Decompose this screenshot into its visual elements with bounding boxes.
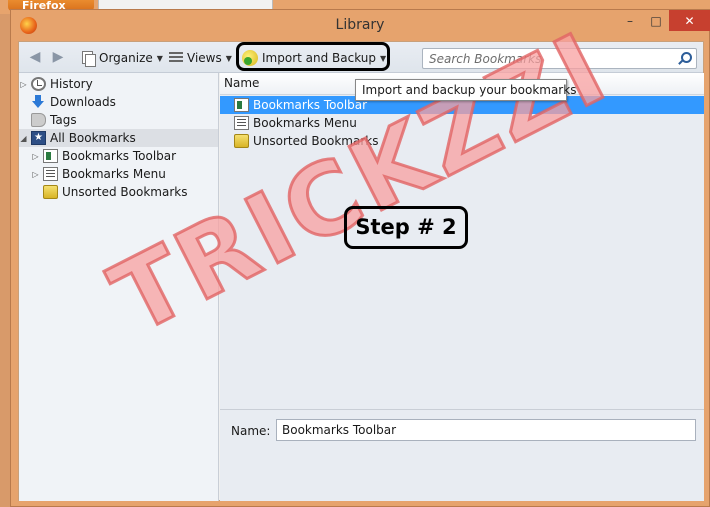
- title-bar[interactable]: Library – □ ✕: [11, 10, 710, 42]
- sidebar-tree: ▷ History Downloads Tags ◢ ★ All Bookmar…: [19, 73, 219, 501]
- sidebar-item-label: Tags: [50, 113, 77, 127]
- sidebar-item-tags[interactable]: Tags: [19, 111, 218, 129]
- toolbar: ◀ ▶ Organize ▼ Views ▼ Import and Backup…: [19, 42, 703, 73]
- step-annotation-box: Step # 2: [344, 206, 468, 249]
- background-window-edge: [0, 14, 10, 507]
- bookmarks-toolbar-icon: [43, 149, 58, 163]
- dropdown-arrow-icon: ▼: [225, 53, 232, 63]
- list-item-label: Bookmarks Menu: [253, 116, 357, 130]
- bookmark-list-pane: Name Bookmarks Toolbar Bookmarks Menu Un…: [220, 73, 704, 501]
- tag-icon: [31, 113, 46, 127]
- history-clock-icon: [31, 77, 46, 91]
- unsorted-bookmarks-icon: [234, 134, 249, 148]
- maximize-button[interactable]: □: [643, 10, 669, 31]
- sidebar-item-label: Downloads: [50, 95, 116, 109]
- close-button[interactable]: ✕: [669, 10, 710, 31]
- list-item[interactable]: Bookmarks Menu: [220, 114, 704, 132]
- sidebar-item-label: All Bookmarks: [50, 131, 136, 145]
- views-icon: [169, 52, 183, 64]
- back-arrow-icon[interactable]: ◀: [27, 49, 43, 65]
- sidebar-item-label: History: [50, 77, 93, 91]
- sidebar-item-bookmarks-toolbar[interactable]: ▷ Bookmarks Toolbar: [19, 147, 218, 165]
- highlight-ring: [236, 42, 390, 71]
- window-title: Library: [335, 17, 385, 33]
- downloads-arrow-icon: [31, 95, 46, 109]
- organize-icon: [81, 51, 96, 67]
- sidebar-item-bookmarks-menu[interactable]: ▷ Bookmarks Menu: [19, 165, 218, 183]
- search-placeholder: Search Bookmarks: [429, 52, 542, 66]
- organize-label: Organize: [99, 51, 153, 65]
- list-item[interactable]: Unsorted Bookmarks: [220, 132, 704, 150]
- sidebar-item-all-bookmarks[interactable]: ◢ ★ All Bookmarks: [19, 129, 218, 147]
- library-client-area: ◀ ▶ Organize ▼ Views ▼ Import and Backup…: [18, 41, 704, 501]
- views-menu-button[interactable]: Views ▼: [169, 48, 232, 68]
- bookmarks-menu-icon: [234, 116, 249, 130]
- expand-arrow-icon[interactable]: ▷: [31, 170, 40, 179]
- forward-arrow-icon[interactable]: ▶: [50, 49, 66, 65]
- bookmarks-toolbar-icon: [234, 98, 249, 112]
- import-backup-tooltip: Import and backup your bookmarks: [355, 79, 576, 101]
- search-input[interactable]: Search Bookmarks: [422, 48, 697, 69]
- sidebar-item-label: Bookmarks Toolbar: [62, 149, 177, 163]
- sidebar-item-unsorted-bookmarks[interactable]: Unsorted Bookmarks: [19, 183, 218, 201]
- details-pane: Name: Bookmarks Toolbar: [220, 409, 704, 501]
- name-field-label: Name:: [231, 424, 271, 438]
- sidebar-item-downloads[interactable]: Downloads: [19, 93, 218, 111]
- sidebar-item-label: Unsorted Bookmarks: [62, 185, 188, 199]
- minimize-button[interactable]: –: [617, 10, 643, 31]
- list-item-label: Unsorted Bookmarks: [253, 134, 379, 148]
- search-icon[interactable]: [677, 52, 692, 66]
- dropdown-arrow-icon: ▼: [156, 53, 163, 63]
- views-label: Views: [187, 51, 222, 65]
- expand-arrow-icon[interactable]: ▷: [19, 80, 28, 89]
- expand-arrow-icon[interactable]: ▷: [31, 152, 40, 161]
- unsorted-bookmarks-icon: [43, 185, 58, 199]
- sidebar-item-history[interactable]: ▷ History: [19, 75, 218, 93]
- name-field[interactable]: Bookmarks Toolbar: [276, 419, 696, 441]
- bookmarks-menu-icon: [43, 167, 58, 181]
- bookmarks-star-icon: ★: [31, 131, 46, 145]
- list-item-label: Bookmarks Toolbar: [253, 98, 368, 112]
- sidebar-item-label: Bookmarks Menu: [62, 167, 166, 181]
- organize-menu-button[interactable]: Organize ▼: [81, 48, 163, 68]
- collapse-arrow-icon[interactable]: ◢: [19, 134, 28, 143]
